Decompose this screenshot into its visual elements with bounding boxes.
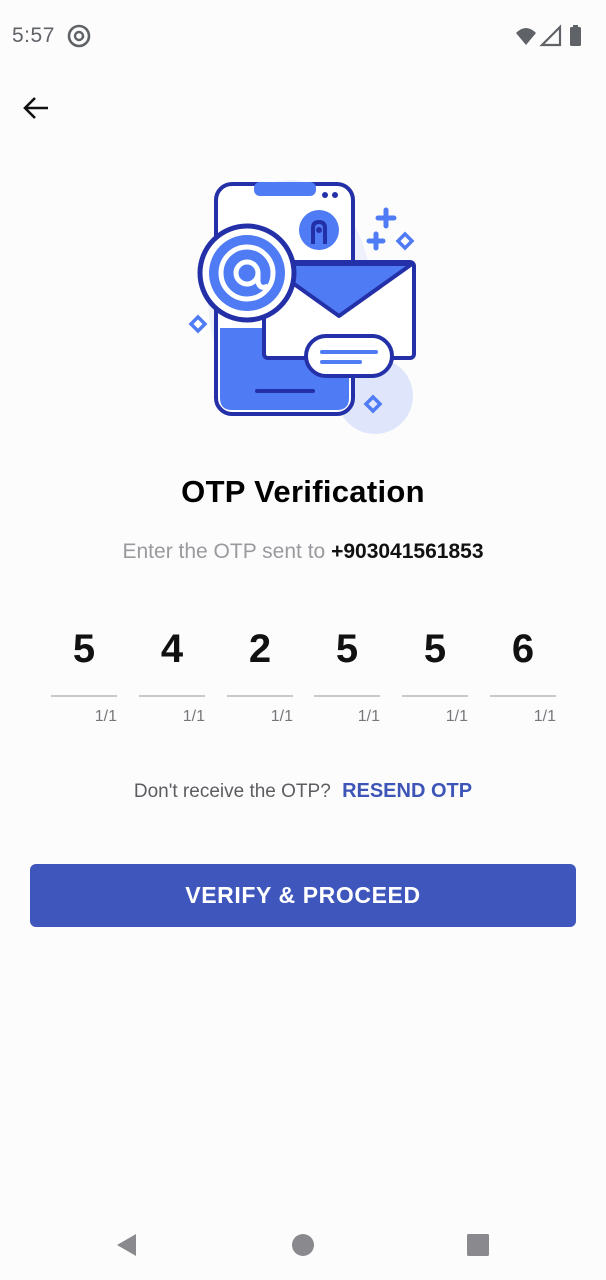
otp-digit: 5: [423, 627, 447, 671]
otp-digit: 6: [511, 627, 535, 671]
otp-underline: [490, 695, 556, 697]
subtitle-prefix: Enter the OTP sent to: [122, 540, 326, 563]
wifi-icon: [516, 28, 536, 45]
status-time: 5:57: [12, 24, 55, 47]
otp-field-4[interactable]: 5 1/1: [314, 620, 380, 730]
otp-underline: [227, 695, 293, 697]
otp-digit: 5: [72, 627, 96, 671]
status-icons: [516, 24, 581, 47]
arrow-left-icon: [23, 97, 48, 119]
recents-square-icon[interactable]: [465, 1232, 491, 1258]
signal-icon: [539, 24, 562, 47]
resend-prompt: Don't receive the OTP?: [133, 781, 331, 802]
otp-field-6[interactable]: 6 1/1: [490, 620, 556, 730]
otp-counter: 1/1: [270, 708, 293, 725]
otp-subtitle: Enter the OTP sent to +903041561853: [0, 540, 606, 564]
otp-underline: [139, 695, 205, 697]
otp-illustration: [188, 180, 416, 434]
otp-counter: 1/1: [182, 708, 205, 725]
resend-row: Don't receive the OTP? RESEND OTP: [0, 780, 606, 803]
phone-number: +903041561853: [331, 540, 484, 563]
system-nav-bar: [0, 1210, 606, 1280]
page-title: OTP Verification: [181, 474, 425, 509]
back-button[interactable]: [18, 90, 54, 126]
otp-digit: 4: [160, 627, 184, 671]
otp-counter: 1/1: [357, 708, 380, 725]
back-triangle-icon[interactable]: [114, 1232, 140, 1258]
battery-icon: [570, 27, 581, 46]
status-bar: 5:57: [0, 0, 606, 72]
otp-digit: 2: [248, 627, 272, 671]
otp-counter: 1/1: [533, 708, 556, 725]
otp-field-3[interactable]: 2 1/1: [227, 620, 293, 730]
otp-field-5[interactable]: 5 1/1: [402, 620, 468, 730]
otp-field-2[interactable]: 4 1/1: [139, 620, 205, 730]
at-sign-icon: [67, 24, 91, 48]
otp-underline: [51, 695, 117, 697]
resend-otp-link[interactable]: RESEND OTP: [342, 780, 472, 802]
otp-underline: [314, 695, 380, 697]
home-circle-icon[interactable]: [290, 1232, 316, 1258]
otp-field-1[interactable]: 5 1/1: [51, 620, 117, 730]
otp-underline: [402, 695, 468, 697]
otp-digit: 5: [335, 627, 359, 671]
otp-counter: 1/1: [445, 708, 468, 725]
otp-counter: 1/1: [94, 708, 117, 725]
verify-proceed-button[interactable]: VERIFY & PROCEED: [30, 864, 576, 927]
otp-input-row: 5 1/1 4 1/1 2 1/1 5 1/1 5 1/1 6 1/1: [0, 620, 606, 730]
